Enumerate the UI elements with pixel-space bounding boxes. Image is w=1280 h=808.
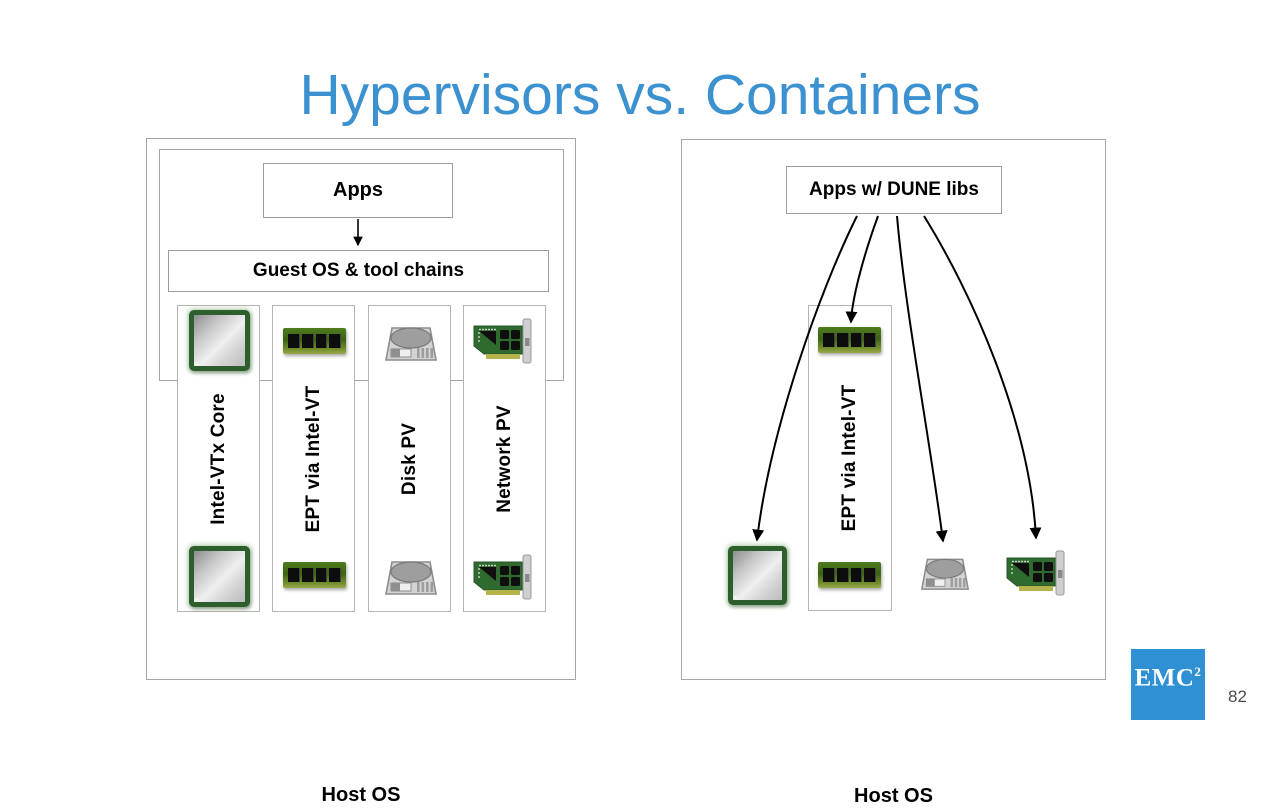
apps-box-label: Apps xyxy=(333,179,383,201)
cpu-icon xyxy=(189,546,250,607)
emc-superscript: 2 xyxy=(1194,664,1202,680)
ram-icon xyxy=(283,328,346,354)
apps-dune-box[interactable]: Apps w/ DUNE libs xyxy=(786,166,1002,214)
ram-icon xyxy=(818,327,881,353)
cpu-icon xyxy=(189,310,250,371)
guest-os-box-label: Guest OS & tool chains xyxy=(252,260,465,281)
emc-logo: EMC2 xyxy=(1131,649,1205,720)
host-os-label-left: Host OS xyxy=(321,784,401,806)
column-label-ept-via-intel-vt: EPT via Intel-VT xyxy=(302,385,324,532)
disk-icon xyxy=(383,552,439,598)
cpu-icon xyxy=(728,546,787,605)
page-number: 82 xyxy=(1228,687,1247,706)
nic-icon xyxy=(470,312,540,368)
column-label-disk-pv: Disk PV xyxy=(398,422,420,495)
apps-box[interactable]: Apps xyxy=(263,163,453,218)
emc-wordmark: EMC xyxy=(1134,664,1195,692)
column-label-intel-vtx-core: Intel-VTx Core xyxy=(207,392,229,525)
host-os-label-right: Host OS xyxy=(854,785,933,807)
ram-icon xyxy=(818,562,881,588)
nic-icon xyxy=(470,548,540,604)
column-label-network-pv: Network PV xyxy=(493,404,515,513)
column-label-ept-via-intel-vt-right: EPT via Intel-VT xyxy=(839,384,860,532)
disk-icon xyxy=(919,550,971,593)
emc-logo-text: EMC2 xyxy=(1135,664,1202,692)
nic-icon xyxy=(1003,544,1073,600)
apps-dune-box-label: Apps w/ DUNE libs xyxy=(809,179,979,200)
disk-icon xyxy=(383,318,439,364)
ram-icon xyxy=(283,562,346,588)
page-title: Hypervisors vs. Containers xyxy=(299,63,981,127)
guest-os-box[interactable]: Guest OS & tool chains xyxy=(168,250,549,292)
